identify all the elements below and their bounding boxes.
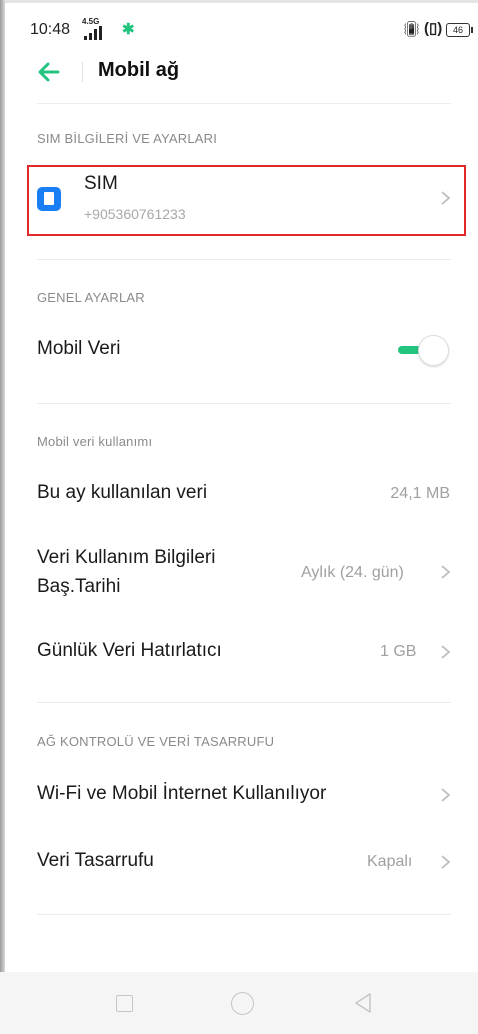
- divider: [37, 403, 451, 404]
- vibrate-mode-icon: (▯): [424, 20, 443, 37]
- divider: [37, 259, 451, 260]
- section-title-network: AĞ KONTROLÜ VE VERİ TASARRUFU: [37, 734, 275, 749]
- data-saver-row[interactable]: Veri Tasarrufu Kapalı: [0, 846, 478, 880]
- divider: [37, 702, 451, 703]
- battery-icon: 46: [446, 23, 473, 37]
- mobile-data-toggle[interactable]: [398, 334, 450, 366]
- chevron-right-icon: [441, 565, 451, 579]
- wifi-mobile-usage-row[interactable]: Wi-Fi ve Mobil İnternet Kullanılıyor: [0, 779, 478, 813]
- recent-apps-icon[interactable]: [116, 995, 133, 1012]
- wifi-mobile-usage-label: Wi-Fi ve Mobil İnternet Kullanılıyor: [37, 783, 327, 804]
- divider: [37, 914, 451, 915]
- daily-reminder-label: Günlük Veri Hatırlatıcı: [37, 640, 222, 661]
- monthly-usage-row[interactable]: Bu ay kullanılan veri 24,1 MB: [0, 478, 478, 512]
- sim-row[interactable]: [0, 166, 478, 234]
- vibrate-icon: 📳︎: [402, 21, 422, 38]
- chevron-right-icon: [441, 855, 451, 869]
- chevron-right-icon: [441, 788, 451, 802]
- section-title-usage: Mobil veri kullanımı: [37, 434, 153, 449]
- network-type-label: 4.5G: [82, 17, 100, 26]
- sim-label: SIM: [84, 173, 118, 194]
- monthly-usage-value: 24,1 MB: [390, 485, 450, 502]
- home-icon[interactable]: [231, 992, 254, 1015]
- sim-card-icon: [37, 187, 61, 211]
- section-title-sim: SIM BİLGİLERİ VE AYARLARI: [37, 131, 218, 146]
- usage-start-date-label-line1: Veri Kullanım Bilgileri: [37, 547, 216, 568]
- monthly-usage-label: Bu ay kullanılan veri: [37, 482, 208, 503]
- page-header: Mobil ağ: [0, 52, 478, 92]
- chevron-right-icon: [441, 191, 451, 205]
- navigation-bar: [0, 972, 478, 1034]
- usage-start-date-row[interactable]: Veri Kullanım Bilgileri Baş.Tarihi Aylık…: [0, 543, 478, 603]
- daily-reminder-row[interactable]: Günlük Veri Hatırlatıcı 1 GB: [0, 636, 478, 670]
- mobile-data-label: Mobil Veri: [37, 338, 121, 359]
- page-title: Mobil ağ: [98, 59, 180, 81]
- sim-number: +905360761233: [84, 206, 186, 222]
- usage-start-date-value: Aylık (24. gün): [301, 564, 404, 581]
- status-time: 10:48: [30, 21, 71, 38]
- status-bar: 10:48 4.5G ✱ 📳︎ (▯) 46: [0, 0, 478, 60]
- arrow-left-icon[interactable]: [34, 52, 64, 92]
- header-divider: [37, 103, 451, 104]
- header-separator: [82, 62, 83, 82]
- daily-reminder-value: 1 GB: [380, 643, 417, 660]
- toggle-knob: [418, 335, 449, 366]
- chevron-right-icon: [441, 645, 451, 659]
- usage-start-date-label-line2: Baş.Tarihi: [37, 576, 121, 597]
- data-saver-label: Veri Tasarrufu: [37, 850, 154, 871]
- section-title-general: GENEL AYARLAR: [37, 290, 145, 305]
- back-triangle-icon[interactable]: [351, 991, 375, 1015]
- app-notification-icon: ✱: [122, 21, 135, 38]
- data-saver-value: Kapalı: [367, 853, 413, 870]
